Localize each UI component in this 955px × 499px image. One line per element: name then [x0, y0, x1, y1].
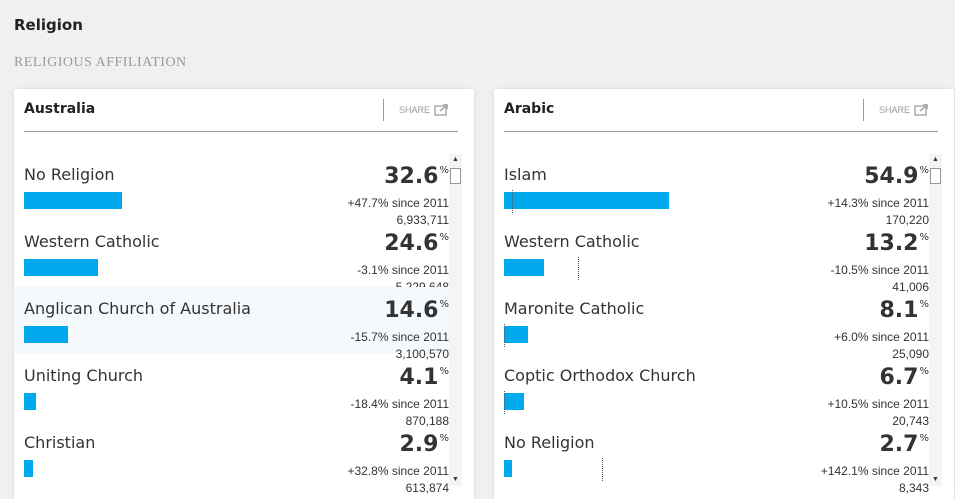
percent-value: 24.6%: [384, 231, 449, 256]
percent-bar: [24, 192, 122, 209]
percent-value: 13.2%: [864, 231, 929, 256]
percent-bar: [24, 326, 68, 343]
percent-value: 14.6%: [384, 298, 449, 323]
comparison-marker: [504, 391, 505, 414]
panel-title: Australia: [24, 101, 96, 117]
percent-value: 4.1%: [399, 365, 450, 390]
scroll-down-arrow-icon[interactable]: ▼: [929, 474, 942, 486]
list-item: Christian 2.9% +32.8% since 2011 613,874: [14, 421, 450, 495]
percent-value: 8.1%: [879, 298, 930, 323]
change-text: +142.1% since 2011: [820, 464, 929, 478]
religion-name: Uniting Church: [24, 366, 144, 385]
change-text: +14.3% since 2011: [827, 196, 929, 210]
comparison-marker: [602, 458, 603, 481]
list-item: Uniting Church 4.1% -18.4% since 2011 87…: [14, 354, 450, 428]
percent-value: 6.7%: [879, 365, 930, 390]
religion-name: Western Catholic: [24, 232, 160, 251]
percent-bar: [504, 326, 528, 343]
list-item: Anglican Church of Australia 14.6% -15.7…: [14, 287, 449, 361]
percent-bar: [504, 460, 512, 477]
religion-name: Maronite Catholic: [504, 299, 645, 318]
panel-header: Arabic SHARE: [504, 89, 938, 132]
percent-bar: [504, 259, 544, 276]
list-item: Coptic Orthodox Church 6.7% +10.5% since…: [494, 354, 930, 428]
list-item: No Religion 2.7% +142.1% since 2011 8,34…: [494, 421, 930, 495]
list-item: Western Catholic 13.2% -10.5% since 2011…: [494, 220, 929, 294]
scroll-down-arrow-icon[interactable]: ▼: [449, 474, 462, 486]
percent-bar: [24, 393, 36, 410]
section-title: RELIGIOUS AFFILIATION: [14, 55, 187, 70]
scrollbar[interactable]: ▲ ▼: [449, 154, 462, 486]
panel-header: Australia SHARE: [24, 89, 458, 132]
percent-value: 32.6%: [384, 164, 449, 189]
count-text: 8,343: [898, 481, 929, 495]
religion-list: No Religion 32.6% +47.7% since 2011 6,93…: [14, 153, 450, 495]
percent-value: 2.9%: [399, 432, 450, 457]
comparison-marker: [578, 257, 579, 280]
change-text: +32.8% since 2011: [347, 464, 449, 478]
panel-australia: Australia SHARE No Religion 32.6% +47.7%…: [14, 89, 474, 499]
panel-title: Arabic: [504, 101, 555, 117]
scroll-thumb[interactable]: [450, 168, 461, 184]
share-button[interactable]: SHARE: [399, 103, 450, 116]
divider: [383, 99, 384, 121]
religion-name: No Religion: [504, 433, 595, 452]
share-icon: [434, 103, 450, 116]
religion-name: Anglican Church of Australia: [24, 299, 251, 318]
share-label: SHARE: [878, 104, 910, 115]
religion-name: Western Catholic: [504, 232, 640, 251]
scroll-thumb[interactable]: [930, 168, 941, 184]
religion-name: No Religion: [24, 165, 115, 184]
list-item: No Religion 32.6% +47.7% since 2011 6,93…: [14, 153, 449, 227]
comparison-marker: [512, 190, 513, 213]
share-label: SHARE: [398, 104, 430, 115]
list-item: Islam 54.9% +14.3% since 2011 170,220: [494, 153, 929, 227]
change-text: +10.5% since 2011: [827, 397, 929, 411]
count-text: 613,874: [405, 481, 449, 495]
change-text: -3.1% since 2011: [357, 263, 449, 277]
list-item: Western Catholic 24.6% -3.1% since 2011 …: [14, 220, 449, 294]
percent-bar: [504, 192, 669, 209]
religion-name: Christian: [24, 433, 96, 452]
percent-bar: [24, 460, 33, 477]
change-text: -15.7% since 2011: [350, 330, 449, 344]
religion-name: Islam: [504, 165, 547, 184]
comparison-marker: [504, 324, 505, 347]
page-title: Religion: [14, 16, 83, 34]
share-icon: [914, 103, 930, 116]
percent-value: 2.7%: [879, 432, 930, 457]
change-text: -18.4% since 2011: [350, 397, 449, 411]
percent-bar: [24, 259, 98, 276]
percent-bar: [504, 393, 524, 410]
religion-name: Coptic Orthodox Church: [504, 366, 696, 385]
percent-value: 54.9%: [864, 164, 929, 189]
share-button[interactable]: SHARE: [879, 103, 930, 116]
change-text: -10.5% since 2011: [830, 263, 929, 277]
scrollbar[interactable]: ▲ ▼: [929, 154, 942, 486]
list-item: Maronite Catholic 8.1% +6.0% since 2011 …: [494, 287, 930, 361]
panel-arabic: Arabic SHARE Islam 54.9% +14.3% since 20…: [494, 89, 954, 499]
religion-list: Islam 54.9% +14.3% since 2011 170,220 We…: [494, 153, 930, 495]
scroll-up-arrow-icon[interactable]: ▲: [929, 154, 942, 166]
divider: [863, 99, 864, 121]
change-text: +6.0% since 2011: [834, 330, 929, 344]
scroll-up-arrow-icon[interactable]: ▲: [449, 154, 462, 166]
change-text: +47.7% since 2011: [347, 196, 449, 210]
